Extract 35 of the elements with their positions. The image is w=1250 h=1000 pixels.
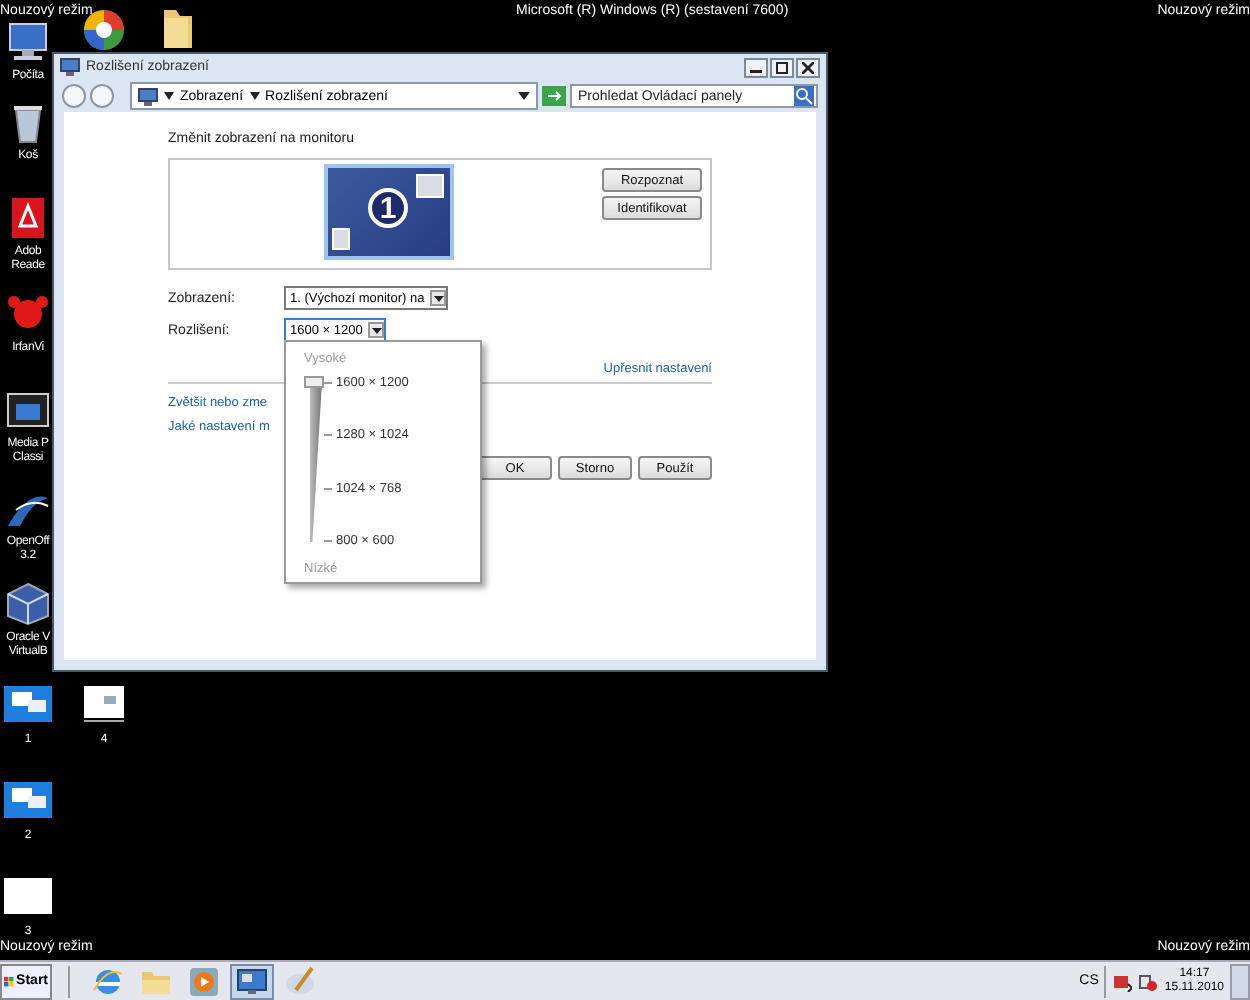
- thumbnail-icon[interactable]: [80, 684, 128, 728]
- caret-icon: [371, 327, 382, 333]
- play-icon: [188, 965, 220, 997]
- network-icon[interactable]: [1138, 971, 1159, 991]
- caret-icon: [433, 295, 444, 301]
- cube-icon[interactable]: [4, 582, 52, 626]
- caret-icon: [249, 92, 260, 100]
- back-button[interactable]: [62, 84, 86, 108]
- computer-icon[interactable]: [4, 20, 52, 64]
- thumbnail-icon[interactable]: [4, 684, 52, 728]
- caret-icon: [518, 92, 530, 100]
- caret-icon: [164, 92, 174, 100]
- close-button[interactable]: [796, 57, 820, 77]
- slider-thumb[interactable]: [304, 376, 324, 388]
- close-icon: [802, 61, 814, 73]
- thumbnail-icon[interactable]: [4, 876, 52, 920]
- search-icon: [794, 86, 814, 106]
- maximize-button[interactable]: [770, 57, 794, 77]
- film-strip-icon[interactable]: [4, 388, 52, 432]
- maximize-icon: [776, 61, 788, 73]
- monitor-icon: [138, 87, 158, 105]
- monitor[interactable]: 1: [324, 164, 454, 260]
- forward-button[interactable]: [90, 84, 114, 108]
- thumbnail-icon[interactable]: [4, 780, 52, 824]
- globe-icon: [92, 965, 124, 997]
- minimize-button[interactable]: [744, 57, 768, 77]
- taskbar-app[interactable]: [230, 963, 274, 999]
- paint-icon: [284, 965, 316, 997]
- monitor-icon: [236, 965, 268, 997]
- monitor-icon: [60, 58, 80, 76]
- windows-flag-icon: [4, 973, 15, 989]
- resolution-slider[interactable]: [304, 382, 324, 542]
- flag-icon[interactable]: [1112, 971, 1133, 991]
- refresh-icon: [546, 90, 562, 102]
- refresh-button[interactable]: [542, 86, 566, 106]
